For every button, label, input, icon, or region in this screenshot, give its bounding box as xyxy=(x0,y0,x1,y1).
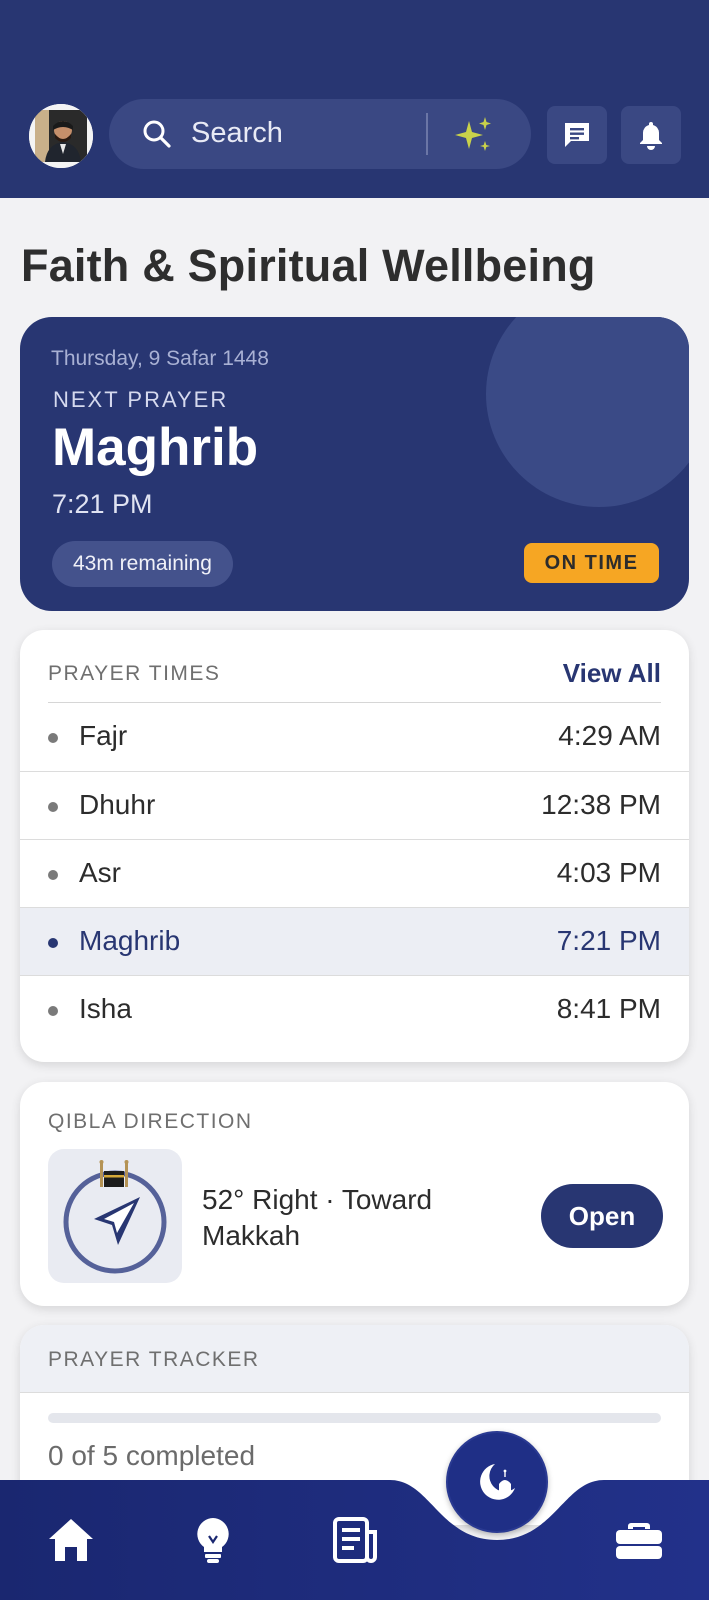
decorative-circle xyxy=(486,317,689,507)
nav-home[interactable] xyxy=(31,1480,111,1600)
qibla-compass-icon xyxy=(48,1149,182,1283)
tracker-completed-text: 0 of 5 completed xyxy=(48,1440,256,1471)
prayer-name: Fajr xyxy=(79,720,128,751)
bottom-navigation xyxy=(0,1480,709,1600)
hijri-date: Thursday, 9 Safar 1448 xyxy=(51,347,269,370)
briefcase-icon xyxy=(616,1523,662,1559)
avatar[interactable] xyxy=(29,104,93,168)
prayer-row-fajr[interactable]: Fajr 4:29 AM xyxy=(20,703,689,771)
bullet-icon xyxy=(48,802,58,812)
open-qibla-button[interactable]: Open xyxy=(541,1184,663,1248)
tracker-label: PRAYER TRACKER xyxy=(48,1348,260,1371)
sparkle-icon[interactable] xyxy=(454,115,494,155)
nav-ideas[interactable] xyxy=(173,1480,253,1600)
prayer-row-isha[interactable]: Isha 8:41 PM xyxy=(20,975,689,1043)
prayer-time: 12:38 PM xyxy=(541,789,661,820)
top-header: Search xyxy=(0,0,709,198)
prayer-time: 7:21 PM xyxy=(556,925,661,956)
notifications-button[interactable] xyxy=(621,106,681,164)
nav-faith-active[interactable] xyxy=(446,1431,548,1533)
tracker-progress-bar xyxy=(48,1413,661,1423)
search-divider xyxy=(426,113,428,155)
qibla-card: QIBLA DIRECTION 52° Right · Toward Makka… xyxy=(20,1082,689,1306)
prayer-name: Dhuhr xyxy=(79,789,156,820)
prayer-time: 4:29 AM xyxy=(558,720,661,751)
bullet-icon xyxy=(48,1006,58,1016)
bell-icon xyxy=(640,122,662,150)
nav-news[interactable] xyxy=(315,1480,395,1600)
next-prayer-label: NEXT PRAYER xyxy=(53,387,229,412)
prayer-name: Asr xyxy=(79,857,121,888)
messages-button[interactable] xyxy=(547,106,607,164)
qibla-label: QIBLA DIRECTION xyxy=(48,1110,253,1133)
lightbulb-icon xyxy=(197,1518,229,1563)
news-icon xyxy=(333,1517,377,1563)
crescent-mosque-icon xyxy=(480,1464,515,1500)
qibla-direction-text: 52° Right · Toward Makkah xyxy=(202,1184,433,1251)
search-icon xyxy=(143,120,171,148)
prayer-row-maghrib[interactable]: Maghrib 7:21 PM xyxy=(20,907,689,975)
message-icon xyxy=(565,123,589,147)
next-prayer-name: Maghrib xyxy=(52,418,259,477)
page-title: Faith & Spiritual Wellbeing xyxy=(21,240,596,291)
prayer-name: Isha xyxy=(79,993,132,1024)
next-prayer-card[interactable]: Thursday, 9 Safar 1448 NEXT PRAYER Maghr… xyxy=(20,317,689,611)
next-prayer-time: 7:21 PM xyxy=(52,489,153,519)
search-bar[interactable]: Search xyxy=(109,99,531,169)
nav-work[interactable] xyxy=(599,1480,679,1600)
bullet-icon xyxy=(48,938,58,948)
search-placeholder: Search xyxy=(191,117,283,149)
prayer-row-asr[interactable]: Asr 4:03 PM xyxy=(20,839,689,907)
home-icon xyxy=(49,1519,93,1561)
tracker-header: PRAYER TRACKER xyxy=(20,1325,689,1393)
view-all-link[interactable]: View All xyxy=(563,658,661,689)
prayer-time: 8:41 PM xyxy=(556,993,661,1024)
prayer-name: Maghrib xyxy=(79,925,181,956)
prayer-times-label: PRAYER TIMES xyxy=(48,662,221,685)
prayer-time: 4:03 PM xyxy=(556,857,661,888)
prayer-row-dhuhr[interactable]: Dhuhr 12:38 PM xyxy=(20,771,689,839)
status-badge: ON TIME xyxy=(524,543,659,583)
bullet-icon xyxy=(48,870,58,880)
bullet-icon xyxy=(48,733,58,743)
prayer-times-card: PRAYER TIMES View All Fajr 4:29 AM Dhuhr… xyxy=(20,630,689,1062)
time-remaining-pill: 43m remaining xyxy=(52,541,233,587)
